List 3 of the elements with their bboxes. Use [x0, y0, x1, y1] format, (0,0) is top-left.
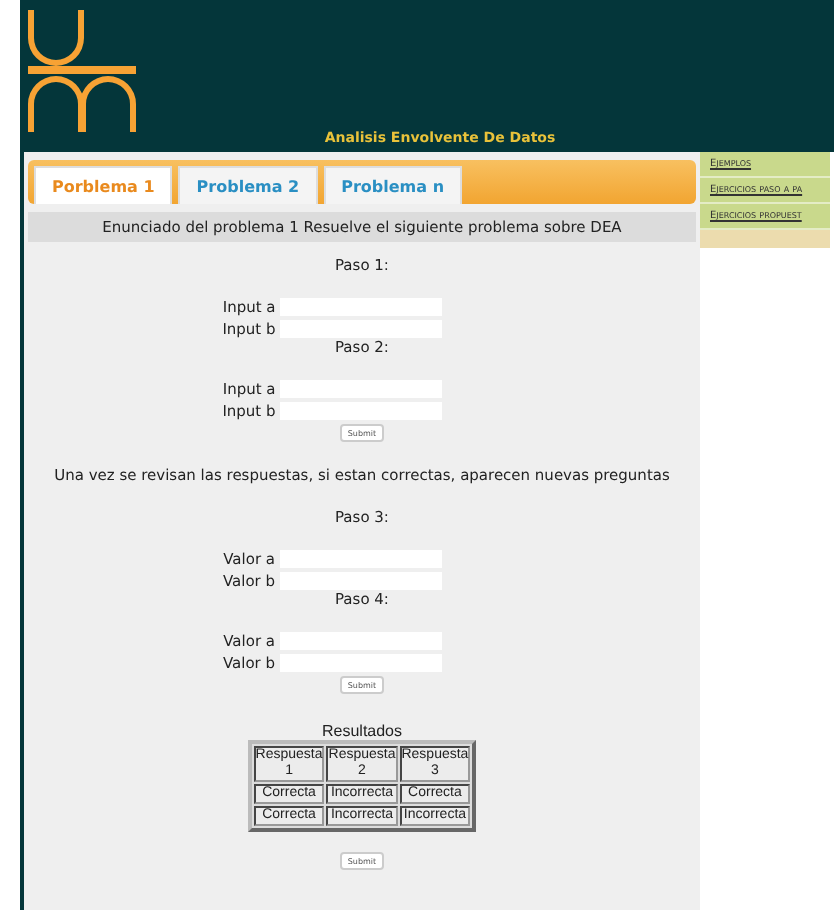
- results-title: Resultados: [321, 722, 403, 740]
- logo-icon: [24, 10, 136, 132]
- sidebar-footer: [700, 230, 830, 248]
